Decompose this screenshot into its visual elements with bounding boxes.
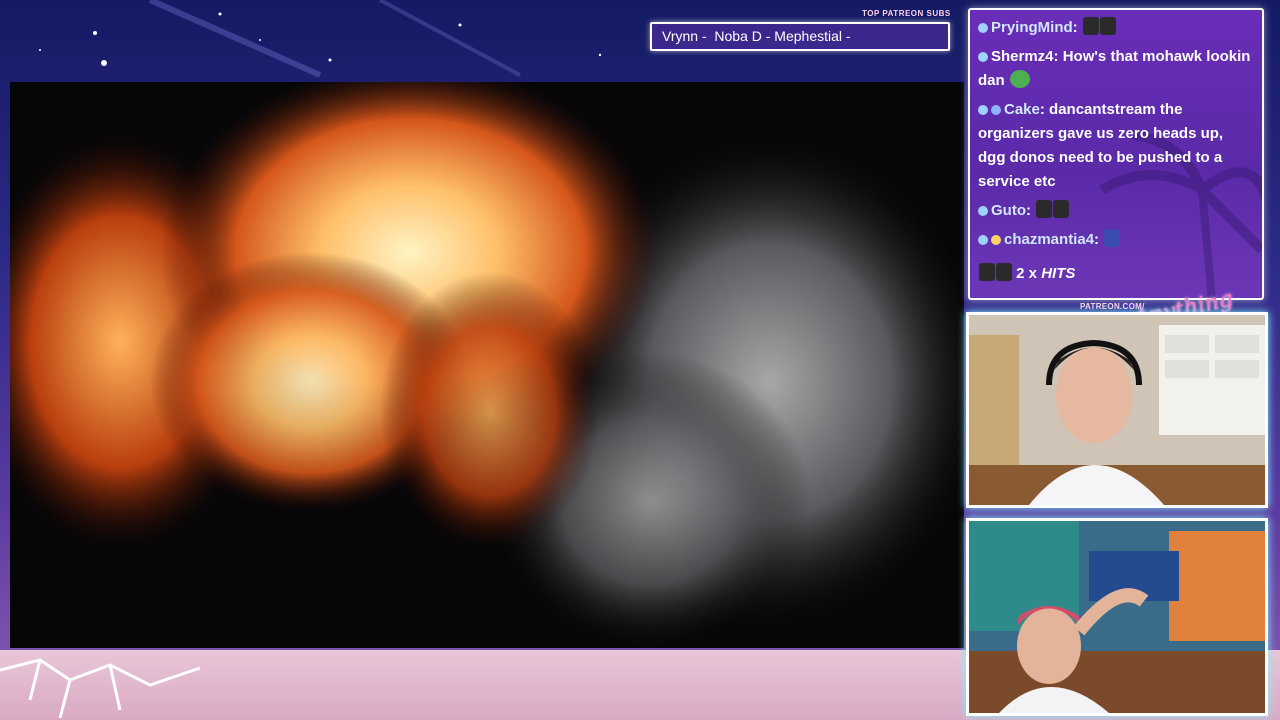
emote-icon xyxy=(1053,200,1070,218)
webcam-feed-2 xyxy=(969,521,1265,713)
crown-badge-icon xyxy=(991,235,1001,245)
chat-message: chazmantia4: xyxy=(978,228,1254,252)
chat-message: Shermz4: How's that mohawk lookin dan xyxy=(978,48,1251,89)
webcam-bottom xyxy=(966,518,1268,716)
explosion-video xyxy=(10,82,964,648)
chat-message: Cake: dancantstream the organizers gave … xyxy=(978,101,1224,190)
combo-count: 2 x xyxy=(1016,265,1038,282)
chat-badge-icon xyxy=(978,206,988,216)
combo-hits-line: 2 x HITS xyxy=(978,262,1254,286)
emote-icon xyxy=(1036,200,1053,218)
emote-icon xyxy=(996,263,1012,281)
chat-badge-icon xyxy=(978,105,988,115)
pepe-emote-icon xyxy=(1009,70,1030,88)
webcam-feed-1 xyxy=(969,315,1265,505)
emote-icon xyxy=(1104,229,1121,247)
top-patreon-subs-names: Vrynn - Noba D - Mephestial - xyxy=(662,28,851,44)
chat-badge-icon xyxy=(978,235,988,245)
chat-badge-icon xyxy=(978,52,988,62)
top-patreon-subs-ticker: Vrynn - Noba D - Mephestial - xyxy=(650,22,950,51)
emote-icon xyxy=(1082,17,1099,35)
chat-username: Guto xyxy=(991,202,1026,219)
emote-icon xyxy=(979,263,995,281)
chat-username: chazmantia4 xyxy=(1004,231,1095,248)
sub-badge-icon xyxy=(991,105,1001,115)
emote-icon xyxy=(1099,17,1116,35)
webcam-top xyxy=(966,312,1268,508)
main-video-frame xyxy=(10,82,964,648)
chat-username: PryingMind xyxy=(991,19,1073,36)
chat-message: Guto: xyxy=(978,199,1254,223)
chat-username: Cake xyxy=(1004,101,1040,118)
top-patreon-subs-label: TOP PATREON SUBS xyxy=(862,9,951,18)
chat-username: Shermz4 xyxy=(991,48,1054,65)
chat-badge-icon xyxy=(978,23,988,33)
chat-message: PryingMind: xyxy=(978,16,1254,40)
ice-crack-decoration xyxy=(0,658,201,719)
combo-hits-label: HITS xyxy=(1041,265,1076,282)
chat-panel: PryingMind: Shermz4: How's that mohawk l… xyxy=(968,8,1264,300)
